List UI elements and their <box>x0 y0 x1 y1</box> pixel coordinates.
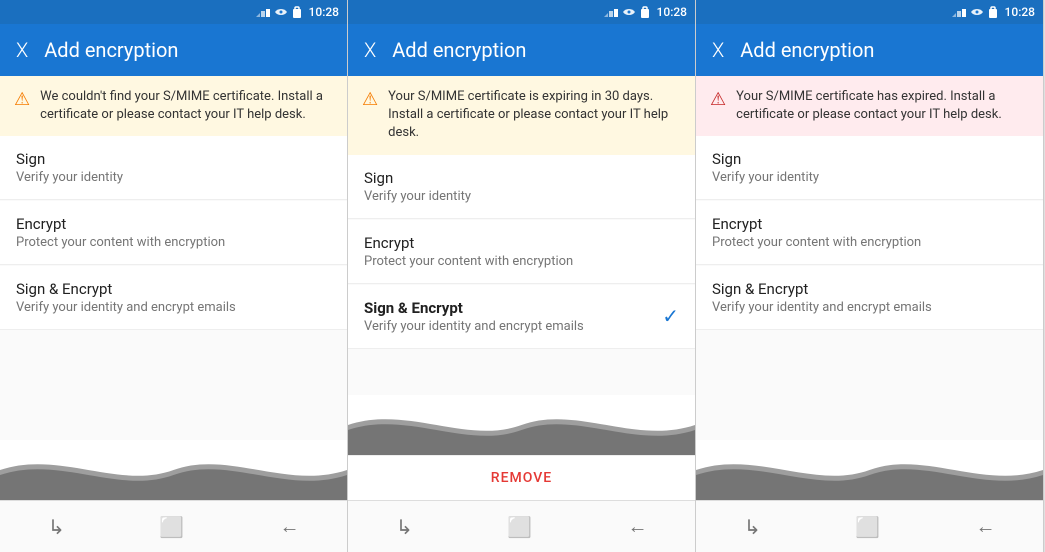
close-button[interactable]: X <box>364 38 376 62</box>
menu-item-title-0: Sign <box>364 169 471 187</box>
menu-item-1[interactable]: Encrypt Protect your content with encryp… <box>0 201 347 265</box>
nav-home-icon[interactable]: ⬜ <box>507 515 532 539</box>
panel-3: 10:28 X Add encryption ⚠ Your S/MIME cer… <box>696 0 1044 552</box>
nav-bar: ↲ ⬜ ← <box>696 500 1043 552</box>
remove-button[interactable]: REMOVE <box>348 455 695 500</box>
menu-item-title-0: Sign <box>16 150 123 168</box>
app-header: X Add encryption <box>0 24 347 76</box>
status-time: 10:28 <box>657 5 687 19</box>
menu-item-subtitle-2: Verify your identity and encrypt emails <box>364 319 584 334</box>
menu-item-subtitle-1: Protect your content with encryption <box>364 254 573 269</box>
alert-banner: ⚠ Your S/MIME certificate has expired. I… <box>696 76 1043 136</box>
nav-recent-icon[interactable]: ↲ <box>744 515 761 539</box>
menu-item-subtitle-0: Verify your identity <box>364 189 471 204</box>
menu-item-title-1: Encrypt <box>16 215 225 233</box>
menu-item-title-1: Encrypt <box>712 215 921 233</box>
nav-recent-icon[interactable]: ↲ <box>48 515 65 539</box>
menu-item-subtitle-2: Verify your identity and encrypt emails <box>16 300 236 315</box>
alert-text: We couldn't find your S/MIME certificate… <box>40 88 333 124</box>
alert-text: Your S/MIME certificate is expiring in 3… <box>388 88 681 143</box>
menu-list: Sign Verify your identity Encrypt Protec… <box>0 136 347 440</box>
menu-item-subtitle-2: Verify your identity and encrypt emails <box>712 300 932 315</box>
app-header: X Add encryption <box>696 24 1043 76</box>
alert-text: Your S/MIME certificate has expired. Ins… <box>736 88 1029 124</box>
close-button[interactable]: X <box>712 38 724 62</box>
nav-back-icon[interactable]: ← <box>975 514 995 539</box>
nav-back-icon[interactable]: ← <box>627 514 647 539</box>
menu-item-0[interactable]: Sign Verify your identity <box>696 136 1043 200</box>
wave-decoration <box>696 440 1043 500</box>
alert-icon: ⚠ <box>710 89 726 110</box>
nav-back-icon[interactable]: ← <box>279 514 299 539</box>
menu-item-1[interactable]: Encrypt Protect your content with encryp… <box>348 220 695 284</box>
alert-icon: ⚠ <box>14 89 30 110</box>
panel-1: 10:28 X Add encryption ⚠ We couldn't fin… <box>0 0 348 552</box>
status-bar: 10:28 <box>348 0 695 24</box>
nav-home-icon[interactable]: ⬜ <box>159 515 184 539</box>
app-header: X Add encryption <box>348 24 695 76</box>
menu-item-title-0: Sign <box>712 150 819 168</box>
nav-home-icon[interactable]: ⬜ <box>855 515 880 539</box>
status-bar: 10:28 <box>696 0 1043 24</box>
close-button[interactable]: X <box>16 38 28 62</box>
menu-item-2[interactable]: Sign & Encrypt Verify your identity and … <box>696 266 1043 330</box>
menu-item-subtitle-0: Verify your identity <box>712 170 819 185</box>
menu-item-subtitle-0: Verify your identity <box>16 170 123 185</box>
menu-item-subtitle-1: Protect your content with encryption <box>712 235 921 250</box>
menu-item-0[interactable]: Sign Verify your identity <box>0 136 347 200</box>
bottom-section: ↲ ⬜ ← <box>0 440 347 552</box>
status-bar: 10:28 <box>0 0 347 24</box>
menu-item-title-2: Sign & Encrypt <box>16 280 236 298</box>
status-time: 10:28 <box>309 5 339 19</box>
wave-decoration <box>0 440 347 500</box>
menu-item-title-1: Encrypt <box>364 234 573 252</box>
header-title: Add encryption <box>44 38 178 62</box>
alert-banner: ⚠ Your S/MIME certificate is expiring in… <box>348 76 695 155</box>
status-time: 10:28 <box>1005 5 1035 19</box>
header-title: Add encryption <box>392 38 526 62</box>
menu-item-0[interactable]: Sign Verify your identity <box>348 155 695 219</box>
nav-recent-icon[interactable]: ↲ <box>396 515 413 539</box>
menu-item-1[interactable]: Encrypt Protect your content with encryp… <box>696 201 1043 265</box>
menu-item-title-2: Sign & Encrypt <box>712 280 932 298</box>
nav-bar: ↲ ⬜ ← <box>0 500 347 552</box>
nav-bar: ↲ ⬜ ← <box>348 500 695 552</box>
wave-decoration <box>348 395 695 455</box>
bottom-section: ↲ ⬜ ← <box>696 440 1043 552</box>
alert-banner: ⚠ We couldn't find your S/MIME certifica… <box>0 76 347 136</box>
menu-item-subtitle-1: Protect your content with encryption <box>16 235 225 250</box>
check-icon: ✓ <box>662 304 679 328</box>
header-title: Add encryption <box>740 38 874 62</box>
menu-item-2[interactable]: Sign & Encrypt Verify your identity and … <box>348 285 695 349</box>
menu-item-title-2: Sign & Encrypt <box>364 299 584 317</box>
menu-item-2[interactable]: Sign & Encrypt Verify your identity and … <box>0 266 347 330</box>
panel-2: 10:28 X Add encryption ⚠ Your S/MIME cer… <box>348 0 696 552</box>
menu-list: Sign Verify your identity Encrypt Protec… <box>696 136 1043 440</box>
alert-icon: ⚠ <box>362 89 378 110</box>
menu-list: Sign Verify your identity Encrypt Protec… <box>348 155 695 395</box>
bottom-section: REMOVE ↲ ⬜ ← <box>348 395 695 552</box>
